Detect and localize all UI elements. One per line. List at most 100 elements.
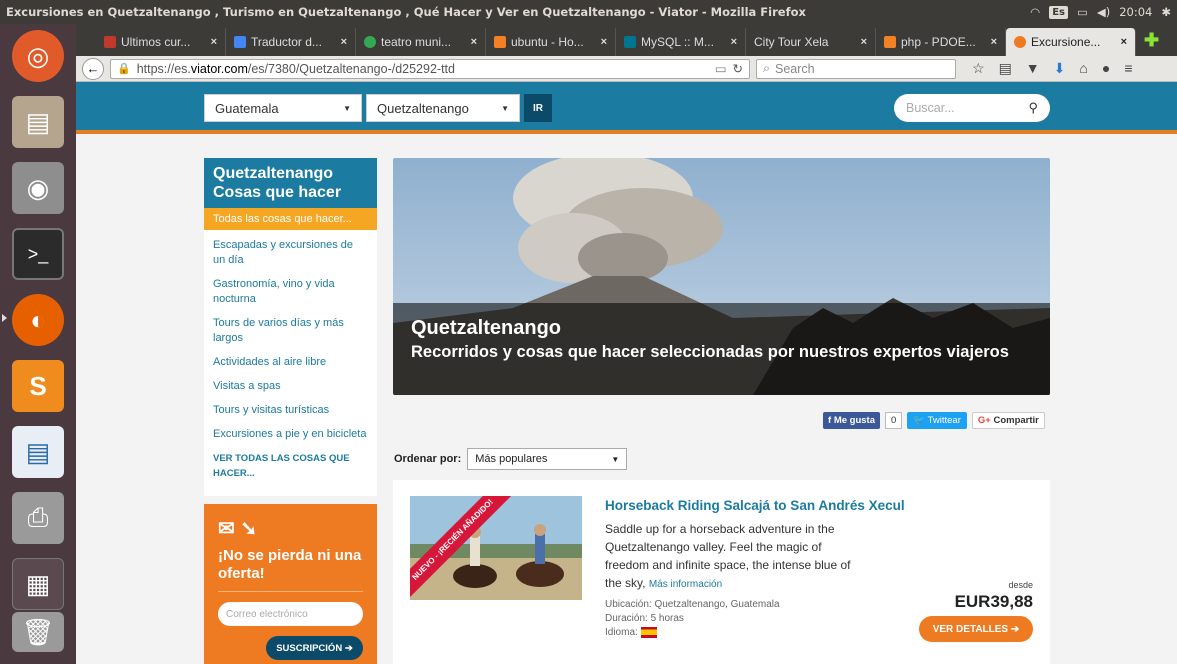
tab-6[interactable]: php - PDOE... × xyxy=(876,28,1006,56)
promo-title: ¡No se pierda ni una oferta! xyxy=(218,547,363,592)
ubuntu-dash-icon[interactable]: ◎ xyxy=(12,30,64,82)
view-details-button[interactable]: VER DETALLES ➔ xyxy=(919,616,1033,642)
workspace-switcher-icon[interactable]: ▦ xyxy=(12,558,64,610)
product-duration: Duración: 5 horas xyxy=(605,613,684,624)
tab-0[interactable]: Ultimos cur... × xyxy=(96,28,226,56)
city-select[interactable]: Quetzaltenango ▼ xyxy=(366,94,520,122)
sidebar-item-walking-biking[interactable]: Excursiones a pie y en bicicleta xyxy=(213,423,368,447)
product-description-text: Saddle up for a horseback adventure in t… xyxy=(605,522,851,590)
country-select-value: Guatemala xyxy=(215,100,279,116)
mail-arrow-icon: ✉ ➘ xyxy=(218,518,258,540)
sidebar-see-all-link[interactable]: VER TODAS LAS COSAS QUE HACER... xyxy=(213,447,368,486)
tab-label: php - PDOE... xyxy=(901,35,976,49)
battery-icon[interactable]: ▭ xyxy=(1077,5,1088,19)
google-plus-share-button[interactable]: G+ Compartir xyxy=(971,412,1045,429)
sublime-text-icon[interactable]: S xyxy=(12,360,64,412)
subscribe-button[interactable]: SUSCRIPCIÓN ➔ xyxy=(266,636,363,660)
download-icon[interactable]: ⬇ xyxy=(1054,60,1066,77)
top-panel: Excursiones en Quetzaltenango , Turismo … xyxy=(0,0,1177,24)
close-tab-icon[interactable]: × xyxy=(731,36,737,48)
trash-icon[interactable]: 🗑 xyxy=(12,612,64,652)
product-description: Saddle up for a horseback adventure in t… xyxy=(605,520,855,594)
url-domain: viator.com xyxy=(190,61,248,76)
more-info-link[interactable]: Más información xyxy=(649,579,722,590)
clock[interactable]: 20:04 xyxy=(1119,5,1152,19)
sidebar-item-multi-day[interactable]: Tours de varios días y más largos xyxy=(213,312,368,351)
menu-icon[interactable]: ≡ xyxy=(1124,60,1132,77)
facebook-like-button[interactable]: f Me gusta xyxy=(823,412,880,429)
window-title: Excursiones en Quetzaltenango , Turismo … xyxy=(6,5,806,19)
tab-favicon xyxy=(884,36,896,48)
tab-favicon xyxy=(364,36,376,48)
running-indicator xyxy=(2,314,7,322)
sidebar-item-food-wine[interactable]: Gastronomía, vino y vida nocturna xyxy=(213,273,368,312)
search-icon[interactable]: ⚲ xyxy=(1028,100,1038,116)
tab-3[interactable]: ubuntu - Ho... × xyxy=(486,28,616,56)
new-tab-icon[interactable]: ✚ xyxy=(1144,30,1159,51)
close-tab-icon[interactable]: × xyxy=(601,36,607,48)
settings-gear-icon[interactable]: ✱ xyxy=(1161,5,1171,19)
firefox-icon[interactable]: ◐ xyxy=(12,294,64,346)
tab-favicon xyxy=(494,36,506,48)
tab-favicon xyxy=(234,36,246,48)
twitter-bird-icon: 🐦 xyxy=(913,415,926,426)
close-tab-icon[interactable]: × xyxy=(211,36,217,48)
sidebar-item-day-trips[interactable]: Escapadas y excursiones de un día xyxy=(213,234,368,273)
printer-icon[interactable]: ⎙ xyxy=(12,492,64,544)
home-icon[interactable]: ⌂ xyxy=(1079,60,1087,77)
country-select[interactable]: Guatemala ▼ xyxy=(204,94,362,122)
keyboard-layout-indicator[interactable]: Es xyxy=(1049,5,1068,19)
email-field[interactable]: Correo electrónico xyxy=(218,602,363,626)
tweet-button[interactable]: 🐦 Twittear xyxy=(907,412,967,429)
files-icon[interactable]: ▤ xyxy=(12,96,64,148)
pocket-icon[interactable]: ▼ xyxy=(1026,60,1040,77)
product-card: NUEVO - ¡RECIÉN AÑADIDO! Horseback Ridin… xyxy=(393,480,1050,664)
back-button[interactable]: ← xyxy=(82,57,104,80)
tab-favicon xyxy=(104,36,116,48)
tab-1[interactable]: Traductor d... × xyxy=(226,28,356,56)
url-bar[interactable]: 🔒 https://es.viator.com/es/7380/Quetzalt… xyxy=(110,58,750,79)
reader-view-icon[interactable]: ▭ xyxy=(715,61,727,76)
close-tab-icon[interactable]: × xyxy=(991,36,997,48)
chevron-down-icon: ▼ xyxy=(611,454,620,464)
hero-banner: Quetzaltenango Recorridos y cosas que ha… xyxy=(393,158,1050,395)
tab-label: MySQL :: M... xyxy=(641,35,714,49)
tab-4[interactable]: MySQL :: M... × xyxy=(616,28,746,56)
writer-icon[interactable]: ▤ xyxy=(12,426,64,478)
terminal-icon[interactable]: >_ xyxy=(12,228,64,280)
tab-5[interactable]: City Tour Xela × xyxy=(746,28,876,56)
sidebar-title: Quetzaltenango Cosas que hacer xyxy=(204,158,377,208)
camera-icon[interactable]: ◉ xyxy=(12,162,64,214)
sidebar-item-outdoor[interactable]: Actividades al aire libre xyxy=(213,351,368,375)
product-image[interactable]: NUEVO - ¡RECIÉN AÑADIDO! xyxy=(410,496,582,600)
sidebar-item-all[interactable]: Todas las cosas que hacer... xyxy=(204,208,377,230)
tab-label: teatro muni... xyxy=(381,35,452,49)
close-tab-icon[interactable]: × xyxy=(861,36,867,48)
tab-label: ubuntu - Ho... xyxy=(511,35,584,49)
tab-2[interactable]: teatro muni... × xyxy=(356,28,486,56)
close-tab-icon[interactable]: × xyxy=(471,36,477,48)
launcher: ◎ ▤ ◉ >_ ◐ S ▤ ⎙ ▦ 🗑 xyxy=(0,24,76,664)
volume-icon[interactable]: ◀) xyxy=(1097,5,1110,19)
sidebar-item-sightseeing[interactable]: Tours y visitas turísticas xyxy=(213,399,368,423)
tab-7[interactable]: Excursione... × xyxy=(1006,28,1136,56)
chevron-down-icon: ▼ xyxy=(343,103,351,113)
reload-icon[interactable]: ↻ xyxy=(733,61,743,76)
url-path: /es/7380/Quetzaltenango-/d25292-ttd xyxy=(247,61,455,76)
url-prefix: https://es. xyxy=(136,61,191,76)
sort-select[interactable]: Más populares ▼ xyxy=(467,448,628,470)
sidebar-item-spas[interactable]: Visitas a spas xyxy=(213,375,368,399)
browser-search-input[interactable]: ⌕ Search xyxy=(756,58,956,79)
close-tab-icon[interactable]: × xyxy=(341,36,347,48)
bookmark-star-icon[interactable]: ☆ xyxy=(972,60,985,77)
close-tab-icon[interactable]: × xyxy=(1121,36,1127,48)
bookmarks-menu-icon[interactable]: ▤ xyxy=(999,60,1012,77)
lock-icon[interactable]: 🔒 xyxy=(117,62,131,75)
chat-icon[interactable]: ● xyxy=(1102,60,1110,77)
hero-caption: Quetzaltenango Recorridos y cosas que ha… xyxy=(393,303,1050,395)
site-search-input[interactable]: Buscar... ⚲ xyxy=(894,94,1050,122)
go-button[interactable]: IR xyxy=(524,94,552,122)
product-title[interactable]: Horseback Riding Salcajá to San Andrés X… xyxy=(605,498,905,513)
wifi-icon[interactable]: ◠ xyxy=(1030,5,1040,19)
newsletter-promo: ✉ ➘ ¡No se pierda ni una oferta! Correo … xyxy=(204,504,377,664)
